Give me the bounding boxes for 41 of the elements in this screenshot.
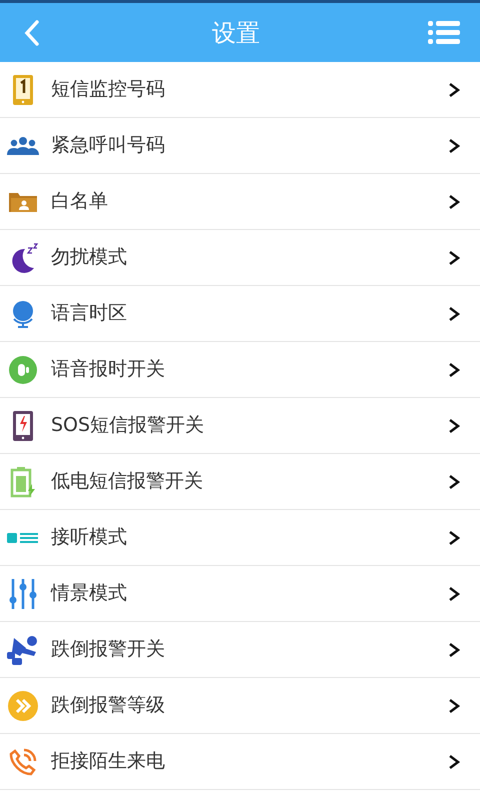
chevron-icon (448, 474, 460, 490)
item-label: 跌倒报警开关 (51, 637, 166, 662)
chevron-icon (448, 306, 460, 322)
chevron-icon (448, 586, 460, 602)
chevron-icon (448, 418, 460, 434)
item-label: 勿扰模式 (51, 245, 128, 270)
folder-icon (8, 190, 38, 212)
chevron-icon (448, 642, 460, 658)
people-icon (7, 136, 39, 156)
item-label: 接听模式 (51, 525, 128, 550)
header-title: 设置 (212, 18, 260, 48)
chevron-icon (448, 362, 460, 378)
phone-icon (12, 410, 34, 442)
chevron-icon (448, 194, 460, 210)
menu-icon (428, 18, 460, 46)
item-label: 语音报时开关 (51, 357, 166, 382)
chevron-icon (448, 138, 460, 154)
phone-icon (12, 74, 34, 106)
item-label: 低电短信报警开关 (51, 469, 204, 494)
item-label: 跌倒报警等级 (51, 693, 166, 718)
item-label: 情景模式 (51, 581, 128, 606)
item-label: 拒接陌生来电 (51, 749, 166, 774)
chevron-icon (448, 530, 460, 546)
chevron-icon (448, 82, 460, 98)
list-icon (7, 530, 39, 544)
level-icon (7, 690, 39, 722)
battery-icon (10, 466, 36, 498)
chevron-icon (448, 698, 460, 714)
speaker-icon (8, 354, 38, 384)
item-label: 白名单 (51, 189, 109, 214)
item-label: 紧急呼叫号码 (51, 133, 166, 158)
item-label: 语言时区 (51, 301, 128, 326)
globe-icon (10, 298, 36, 328)
chevron-icon (448, 754, 460, 770)
back-icon (24, 20, 40, 46)
falling-person-icon (6, 634, 40, 666)
phone-call-icon (9, 748, 37, 776)
chevron-icon (448, 250, 460, 266)
item-label: SOS短信报警开关 (51, 413, 206, 438)
sliders-icon (8, 578, 38, 610)
item-label: 短信监控号码 (51, 77, 166, 102)
